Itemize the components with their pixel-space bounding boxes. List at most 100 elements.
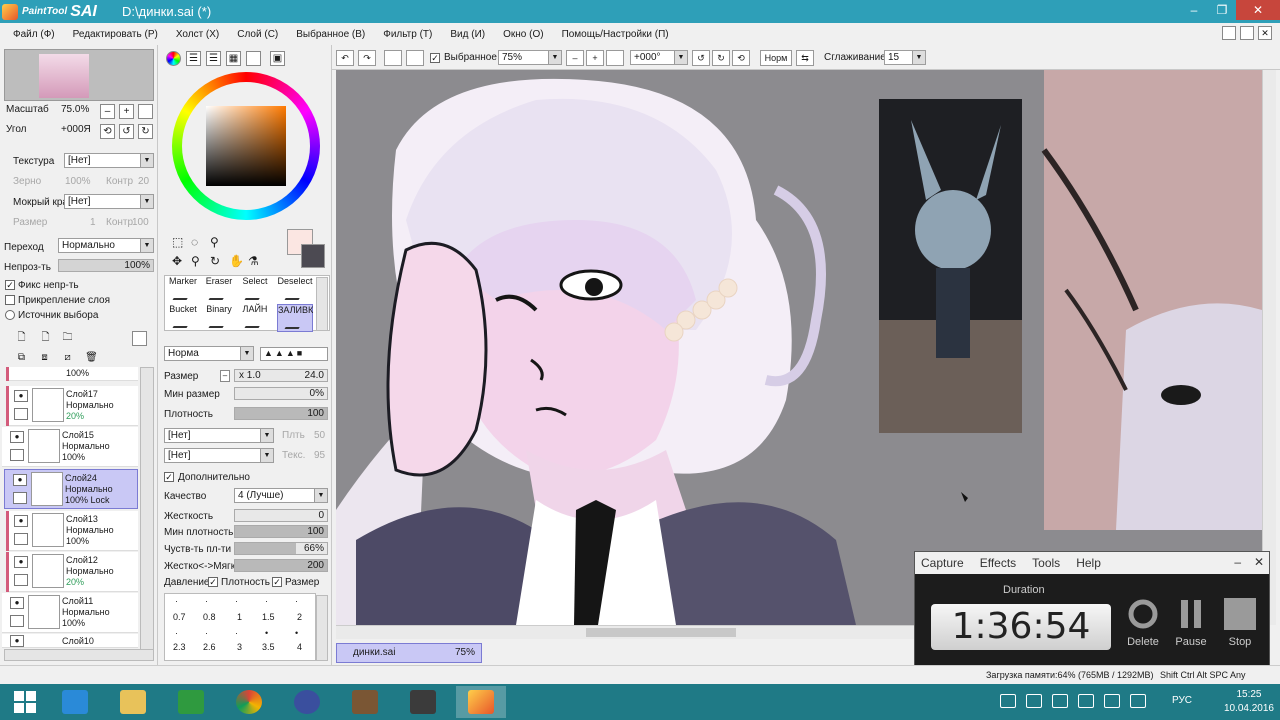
sensitivity-slider[interactable]: 66% xyxy=(234,542,328,555)
selection-source-radio[interactable] xyxy=(5,310,15,320)
layer-lock-toggle[interactable] xyxy=(14,533,28,545)
eye-icon[interactable]: ● xyxy=(13,474,27,486)
tool-binary[interactable]: Binary xyxy=(201,304,237,332)
zoom-reset-button[interactable] xyxy=(138,104,153,119)
layer-lock-toggle[interactable] xyxy=(10,615,24,627)
wet-edge-select[interactable]: [Нет] ▼ xyxy=(64,194,154,209)
mdi-restore-button[interactable] xyxy=(1240,26,1254,40)
tool-fill[interactable]: ЗАЛИВК xyxy=(277,304,313,332)
quality-select[interactable]: 4 (Лучше) ▼ xyxy=(234,488,328,503)
tool-deselect[interactable]: Deselect xyxy=(277,276,313,304)
swatches-icon[interactable]: ▦ xyxy=(226,51,241,66)
zoom-tool-icon[interactable]: ⚲ xyxy=(191,254,200,268)
size-preset[interactable]: 4 xyxy=(297,642,302,652)
zoom-in-icon[interactable]: + xyxy=(586,50,604,66)
pause-button[interactable]: Pause xyxy=(1171,598,1211,648)
navigator-preview[interactable] xyxy=(4,49,154,101)
rotate-tool-icon[interactable]: ↻ xyxy=(210,254,220,268)
timer-menu-effects[interactable]: Effects xyxy=(980,556,1016,570)
hsv-slider-icon[interactable]: ☰ xyxy=(206,51,221,66)
taskbar-minecraft[interactable] xyxy=(340,686,390,718)
rect-select-icon[interactable]: ⬚ xyxy=(172,235,183,249)
rotate-ccw-icon[interactable]: ↺ xyxy=(692,50,710,66)
min-size-slider[interactable]: 0% xyxy=(234,387,328,400)
rotate-reset-button[interactable]: ⟲ xyxy=(100,124,115,139)
rgb-slider-icon[interactable]: ☰ xyxy=(186,51,201,66)
size-preset[interactable]: 3.5 xyxy=(262,642,275,652)
mdi-close-button[interactable]: ✕ xyxy=(1258,26,1272,40)
brush-tip-shapes[interactable]: ▲▲▲■ xyxy=(260,347,328,361)
eyedropper-icon[interactable]: ⚗ xyxy=(248,254,259,268)
rotate-reset-icon[interactable]: ⟲ xyxy=(732,50,750,66)
size-preset[interactable]: 1 xyxy=(237,612,242,622)
menu-window[interactable]: Окно (О) xyxy=(503,29,543,40)
taskbar-sai[interactable] xyxy=(456,686,506,718)
new-layer-alt-icon[interactable]: 🗋 xyxy=(38,331,53,346)
maximize-button[interactable]: ❐ xyxy=(1208,0,1236,20)
taskbar-recorder[interactable] xyxy=(398,686,448,718)
menu-canvas[interactable]: Холст (Х) xyxy=(176,29,219,40)
layer-mask-icon[interactable] xyxy=(132,331,147,346)
density-slider[interactable]: 100 xyxy=(234,407,328,420)
eye-icon[interactable]: ● xyxy=(10,597,24,609)
menu-help[interactable]: Помощь/Настройки (П) xyxy=(562,29,669,40)
menu-view[interactable]: Вид (И) xyxy=(450,29,485,40)
clock[interactable]: 15:25 10.04.2016 xyxy=(1224,688,1274,716)
secondary-color-swatch[interactable] xyxy=(301,244,325,268)
stop-button[interactable]: Stop xyxy=(1220,598,1260,648)
layer-row[interactable]: ● Слой13 Нормально 100% xyxy=(6,511,138,551)
color-wheel-mode-icon[interactable] xyxy=(166,51,181,66)
layer-row[interactable]: ● Слой11 Нормально 100% xyxy=(2,593,138,633)
brush-texture-select[interactable]: [Нет] ▼ xyxy=(164,448,274,463)
layer-lock-toggle[interactable] xyxy=(10,449,24,461)
hand-tool-icon[interactable]: ✋ xyxy=(229,254,244,268)
timer-menu-capture[interactable]: Capture xyxy=(921,556,964,570)
size-presets-scrollbar[interactable] xyxy=(316,595,328,661)
menu-layer[interactable]: Слой (С) xyxy=(237,29,278,40)
network-icon[interactable] xyxy=(1026,694,1042,708)
rotate-right-button[interactable]: ↻ xyxy=(138,124,153,139)
timer-minimize-button[interactable]: – xyxy=(1234,555,1241,569)
rotate-left-button[interactable]: ↺ xyxy=(119,124,134,139)
start-button[interactable] xyxy=(0,686,50,718)
show-selection-checkbox[interactable]: ✓ xyxy=(430,53,440,63)
layer-row[interactable]: ● Слой17 Нормально 20% xyxy=(6,386,138,426)
scratchpad-icon[interactable] xyxy=(246,51,261,66)
timer-menu-tools[interactable]: Tools xyxy=(1032,556,1060,570)
softness-slider[interactable]: 200 xyxy=(234,559,328,572)
saturation-value-square[interactable] xyxy=(206,106,286,186)
drawing-canvas[interactable] xyxy=(336,70,1262,625)
input-language[interactable]: РУС xyxy=(1172,695,1192,706)
rotate-cw-icon[interactable]: ↻ xyxy=(712,50,730,66)
mdi-minimize-button[interactable] xyxy=(1222,26,1236,40)
layer-opacity-slider[interactable]: 100% xyxy=(58,259,154,272)
tool-marker[interactable]: Marker xyxy=(165,276,201,304)
eye-icon[interactable]: ● xyxy=(14,390,28,402)
volume-icon[interactable] xyxy=(1130,694,1146,708)
normal-mode-button[interactable]: Норм xyxy=(760,50,792,66)
clip-layer-checkbox[interactable] xyxy=(5,295,15,305)
layer-row[interactable]: ● Слой10 xyxy=(2,634,138,648)
clear-layer-icon[interactable]: ⧄ xyxy=(60,351,75,366)
deselect-icon[interactable] xyxy=(384,50,402,66)
size-preset[interactable]: 0.8 xyxy=(203,612,216,622)
smoothing-select[interactable]: 15 ▼ xyxy=(884,50,926,65)
size-preset[interactable]: 0.7 xyxy=(173,612,186,622)
fix-opacity-checkbox[interactable]: ✓ xyxy=(5,280,15,290)
new-layer-icon[interactable]: 🗋 xyxy=(14,331,29,346)
brush-blend-select[interactable]: Норма ▼ xyxy=(164,346,254,361)
close-button[interactable]: ✕ xyxy=(1236,0,1280,20)
menu-selection[interactable]: Выбранное (В) xyxy=(296,29,365,40)
flip-icon[interactable]: ⇆ xyxy=(796,50,814,66)
redo-icon[interactable]: ↷ xyxy=(358,50,376,66)
move-icon[interactable]: ✥ xyxy=(172,254,182,268)
size-multiplier-minus[interactable]: – xyxy=(220,370,230,382)
flag-icon[interactable] xyxy=(1052,694,1068,708)
texture-select[interactable]: [Нет] ▼ xyxy=(64,153,154,168)
layer-lock-toggle[interactable] xyxy=(14,574,28,586)
lasso-icon[interactable]: ◌ xyxy=(191,235,198,249)
menu-edit[interactable]: Редактировать (Р) xyxy=(73,29,158,40)
eye-icon[interactable]: ● xyxy=(14,556,28,568)
merge-down-icon[interactable]: ⧈ xyxy=(37,351,52,366)
pressure-size-checkbox[interactable]: ✓ xyxy=(272,577,282,587)
